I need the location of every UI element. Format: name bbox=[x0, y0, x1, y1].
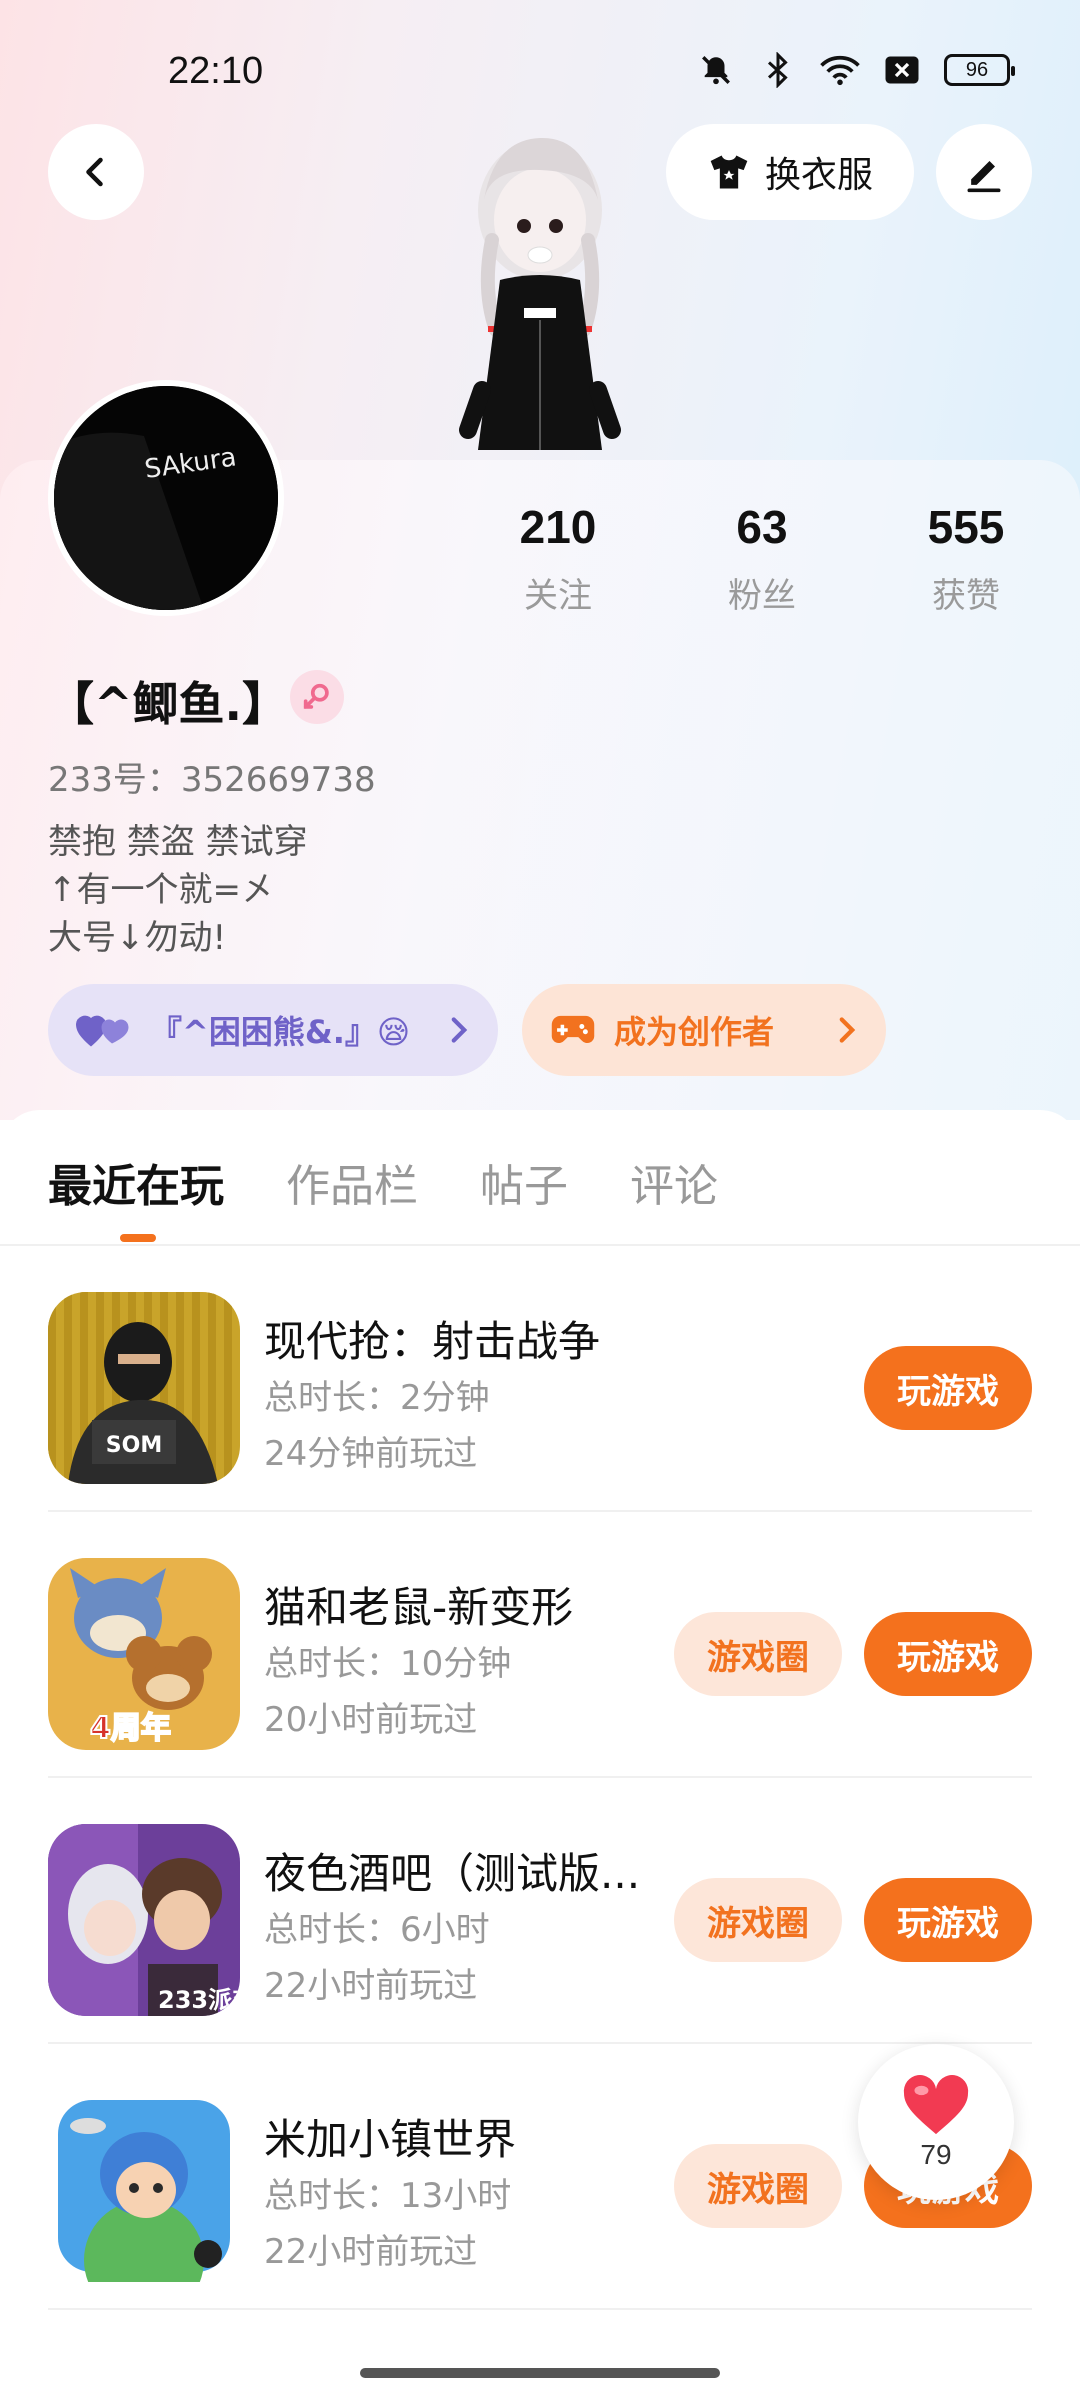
change-outfit-label: 换衣服 bbox=[764, 155, 873, 196]
bio: 禁抱 禁盗 禁试穿 ↑有一个就=㐅 大号↓勿动! bbox=[48, 818, 308, 962]
followers-count: 63 bbox=[736, 501, 788, 553]
game-title: 米加小镇世界 bbox=[264, 2115, 517, 2164]
following-count: 210 bbox=[519, 501, 597, 553]
play-game-button[interactable]: 玩游戏 bbox=[864, 1346, 1032, 1430]
stat-followers[interactable]: 63 粉丝 bbox=[682, 500, 842, 617]
become-creator-pill[interactable]: 成为创作者 bbox=[522, 984, 886, 1076]
play-game-button[interactable]: 玩游戏 bbox=[864, 1878, 1032, 1962]
game-circle-button[interactable]: 游戏圈 bbox=[674, 1878, 842, 1962]
active-tab-indicator bbox=[120, 1234, 156, 1242]
tab-works[interactable]: 作品栏 bbox=[286, 1150, 418, 1214]
play-game-button[interactable]: 玩游戏 bbox=[864, 1612, 1032, 1696]
tab-recently-played[interactable]: 最近在玩 bbox=[48, 1150, 224, 1214]
row-divider bbox=[48, 2308, 1032, 2310]
game-icon-text: 233派对 bbox=[158, 1986, 240, 2014]
game-icon bbox=[48, 2090, 240, 2282]
stat-likes[interactable]: 555 获赞 bbox=[886, 500, 1046, 617]
like-count: 79 bbox=[920, 2139, 952, 2170]
status-bar: 22:10 96 bbox=[0, 0, 1080, 140]
game-title: 夜色酒吧（测试版... bbox=[264, 1849, 641, 1898]
heart-icon bbox=[903, 2075, 969, 2135]
change-outfit-button[interactable]: 换衣服 bbox=[666, 124, 914, 220]
game-duration: 总时长：13小时 bbox=[264, 2176, 512, 2216]
chevron-left-icon bbox=[86, 157, 103, 187]
edit-profile-button[interactable] bbox=[936, 124, 1032, 220]
best-friend-pill[interactable]: 『^困困熊&.』😪 bbox=[48, 984, 498, 1076]
game-icon: 4周年 bbox=[48, 1558, 240, 1750]
likes-count: 555 bbox=[927, 501, 1005, 553]
status-time: 22:10 bbox=[168, 50, 264, 92]
game-title: 现代抢：射击战争 bbox=[264, 1317, 601, 1366]
user-id: 233号：352669738 bbox=[48, 760, 376, 800]
wifi-icon bbox=[820, 50, 860, 90]
home-indicator[interactable] bbox=[360, 2368, 720, 2378]
game-last-played: 24分钟前玩过 bbox=[264, 1434, 478, 1474]
best-friend-label: 『^困困熊&.』😪 bbox=[150, 1013, 411, 1051]
game-icon: 233派对 bbox=[48, 1824, 240, 2016]
avatar-3d-figure[interactable] bbox=[430, 130, 650, 460]
pencil-icon bbox=[967, 161, 1001, 193]
become-creator-label: 成为创作者 bbox=[614, 1013, 775, 1051]
bio-line: 禁抱 禁盗 禁试穿 bbox=[48, 822, 308, 862]
game-last-played: 22小时前玩过 bbox=[264, 2232, 478, 2272]
chevron-right-icon bbox=[839, 1017, 856, 1043]
stat-following[interactable]: 210 关注 bbox=[478, 500, 638, 617]
floating-like-button[interactable]: 79 bbox=[858, 2044, 1014, 2200]
chevron-right-icon bbox=[451, 1017, 468, 1043]
double-heart-icon bbox=[76, 1015, 129, 1047]
game-row[interactable]: 233派对 夜色酒吧（测试版... 总时长：6小时 22小时前玩过 游戏圈 玩游… bbox=[48, 1778, 1032, 2044]
battery-icon: 96 bbox=[944, 54, 1015, 86]
game-last-played: 22小时前玩过 bbox=[264, 1966, 478, 2006]
avatar-image: SAkura bbox=[54, 386, 278, 610]
game-title: 猫和老鼠-新变形 bbox=[264, 1583, 574, 1632]
followers-label: 粉丝 bbox=[728, 576, 796, 616]
game-last-played: 20小时前玩过 bbox=[264, 1700, 478, 1740]
nickname: 【^鲫鱼.】 bbox=[48, 677, 289, 731]
game-duration: 总时长：10分钟 bbox=[264, 1644, 512, 1684]
tab-comments[interactable]: 评论 bbox=[630, 1150, 718, 1214]
following-label: 关注 bbox=[524, 576, 592, 616]
game-icon: SOM bbox=[48, 1292, 240, 1484]
bio-line: ↑有一个就=㐅 bbox=[48, 870, 275, 910]
tshirt-icon bbox=[710, 155, 748, 189]
likes-label: 获赞 bbox=[932, 576, 1000, 616]
back-button[interactable] bbox=[48, 124, 144, 220]
bluetooth-icon bbox=[758, 50, 798, 90]
avatar[interactable]: SAkura bbox=[48, 380, 284, 616]
tab-posts[interactable]: 帖子 bbox=[480, 1150, 568, 1214]
game-row[interactable]: 4周年 猫和老鼠-新变形 总时长：10分钟 20小时前玩过 游戏圈 玩游戏 bbox=[48, 1512, 1032, 1778]
game-icon-text: SOM bbox=[106, 1433, 162, 1458]
mute-bell-icon bbox=[696, 50, 736, 90]
game-icon-text: 4周年 bbox=[90, 1711, 171, 1746]
game-row[interactable]: SOM 现代抢：射击战争 总时长：2分钟 24分钟前玩过 玩游戏 bbox=[48, 1246, 1032, 1512]
gamepad-icon bbox=[551, 1015, 595, 1044]
game-duration: 总时长：2分钟 bbox=[264, 1378, 490, 1418]
bio-line: 大号↓勿动! bbox=[48, 918, 227, 958]
status-icons: 96 bbox=[696, 50, 1015, 90]
female-gender-icon bbox=[290, 670, 344, 724]
sim-off-icon bbox=[882, 50, 922, 90]
profile-tabs: 最近在玩 作品栏 帖子 评论 bbox=[48, 1150, 718, 1214]
game-circle-button[interactable]: 游戏圈 bbox=[674, 1612, 842, 1696]
game-duration: 总时长：6小时 bbox=[264, 1910, 490, 1950]
game-circle-button[interactable]: 游戏圈 bbox=[674, 2144, 842, 2228]
